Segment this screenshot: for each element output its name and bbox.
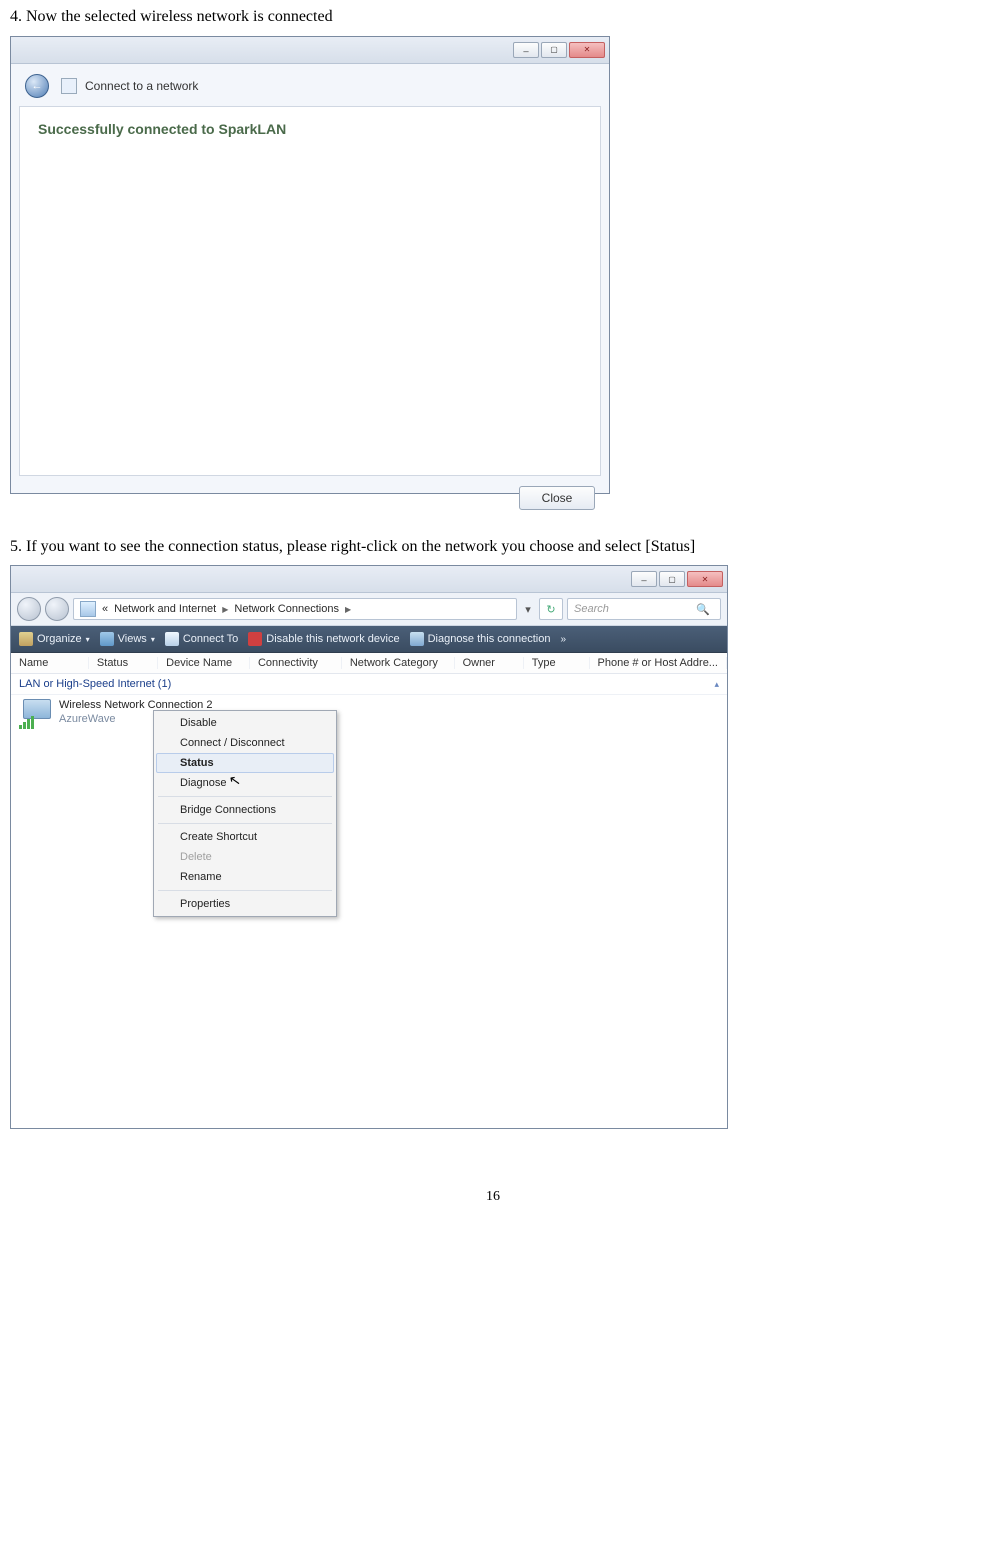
minimize-button[interactable] bbox=[631, 571, 657, 587]
breadcrumb-prefix: « bbox=[102, 603, 108, 615]
page-number: 16 bbox=[10, 1189, 976, 1205]
disable-icon bbox=[248, 632, 262, 646]
col-connectivity[interactable]: Connectivity bbox=[250, 657, 342, 669]
context-menu: Disable Connect / Disconnect Status Diag… bbox=[153, 710, 337, 917]
chevron-right-icon: ▶ bbox=[222, 605, 228, 614]
close-window-button[interactable] bbox=[687, 571, 723, 587]
breadcrumb-seg2[interactable]: Network Connections bbox=[234, 603, 339, 615]
col-owner[interactable]: Owner bbox=[455, 657, 524, 669]
wireless-connection-icon bbox=[19, 699, 53, 729]
address-row: « Network and Internet ▶ Network Connect… bbox=[11, 593, 727, 626]
close-window-button[interactable] bbox=[569, 42, 605, 58]
organize-menu[interactable]: Organize▾ bbox=[19, 632, 90, 646]
views-icon bbox=[100, 632, 114, 646]
col-category[interactable]: Network Category bbox=[342, 657, 455, 669]
dialog-header: ← Connect to a network bbox=[11, 64, 609, 106]
connection-item[interactable]: Wireless Network Connection 2 AzureWave bbox=[11, 695, 727, 733]
connect-icon bbox=[165, 632, 179, 646]
ctx-delete: Delete bbox=[156, 847, 334, 867]
col-name[interactable]: Name bbox=[11, 657, 89, 669]
more-commands[interactable]: » bbox=[561, 634, 567, 645]
separator bbox=[158, 823, 332, 824]
col-phone[interactable]: Phone # or Host Addre... bbox=[590, 657, 727, 669]
maximize-button[interactable] bbox=[541, 42, 567, 58]
disable-device-button[interactable]: Disable this network device bbox=[248, 632, 399, 646]
dialog-footer: Close bbox=[11, 476, 609, 520]
command-bar: Organize▾ Views▾ Connect To Disable this… bbox=[11, 626, 727, 653]
diagnose-button[interactable]: Diagnose this connection bbox=[410, 632, 551, 646]
chevron-right-icon: ▶ bbox=[345, 605, 351, 614]
titlebar bbox=[11, 566, 727, 593]
dialog-body: Successfully connected to SparkLAN bbox=[19, 106, 601, 476]
separator bbox=[158, 890, 332, 891]
ctx-shortcut[interactable]: Create Shortcut bbox=[156, 827, 334, 847]
step4-text: 4. Now the selected wireless network is … bbox=[10, 4, 976, 30]
search-input[interactable]: Search 🔍 bbox=[567, 598, 721, 620]
connect-to-button[interactable]: Connect To bbox=[165, 632, 238, 646]
back-button[interactable]: ← bbox=[25, 74, 49, 98]
ctx-status[interactable]: Status bbox=[156, 753, 334, 773]
connect-dialog: ← Connect to a network Successfully conn… bbox=[10, 36, 610, 494]
breadcrumb-seg1[interactable]: Network and Internet bbox=[114, 603, 216, 615]
group-label: LAN or High-Speed Internet (1) bbox=[19, 678, 171, 690]
network-icon bbox=[61, 78, 77, 94]
ctx-bridge[interactable]: Bridge Connections bbox=[156, 800, 334, 820]
content-area: LAN or High-Speed Internet (1) ▴ Wireles… bbox=[11, 674, 727, 1128]
success-message: Successfully connected to SparkLAN bbox=[38, 121, 582, 137]
col-device[interactable]: Device Name bbox=[158, 657, 250, 669]
group-header[interactable]: LAN or High-Speed Internet (1) ▴ bbox=[11, 674, 727, 695]
col-type[interactable]: Type bbox=[524, 657, 590, 669]
ctx-diagnose[interactable]: Diagnose bbox=[156, 773, 334, 793]
address-dropdown[interactable]: ▾ bbox=[521, 603, 535, 616]
minimize-button[interactable] bbox=[513, 42, 539, 58]
search-icon: 🔍 bbox=[696, 603, 710, 616]
separator bbox=[158, 796, 332, 797]
ctx-connect[interactable]: Connect / Disconnect bbox=[156, 733, 334, 753]
dialog-title: Connect to a network bbox=[85, 79, 198, 93]
step5-text: 5. If you want to see the connection sta… bbox=[10, 534, 976, 560]
folder-icon bbox=[80, 601, 96, 617]
close-button[interactable]: Close bbox=[519, 486, 595, 510]
refresh-button[interactable]: ↻ bbox=[539, 598, 563, 620]
collapse-icon[interactable]: ▴ bbox=[714, 679, 719, 690]
ctx-properties[interactable]: Properties bbox=[156, 894, 334, 914]
ctx-rename[interactable]: Rename bbox=[156, 867, 334, 887]
ctx-disable[interactable]: Disable bbox=[156, 713, 334, 733]
titlebar bbox=[11, 37, 609, 64]
diagnose-icon bbox=[410, 632, 424, 646]
col-status[interactable]: Status bbox=[89, 657, 158, 669]
views-menu[interactable]: Views▾ bbox=[100, 632, 155, 646]
address-bar[interactable]: « Network and Internet ▶ Network Connect… bbox=[73, 598, 517, 620]
column-headers: Name Status Device Name Connectivity Net… bbox=[11, 653, 727, 674]
maximize-button[interactable] bbox=[659, 571, 685, 587]
search-placeholder: Search bbox=[574, 603, 609, 615]
nav-forward-button[interactable] bbox=[45, 597, 69, 621]
network-connections-window: « Network and Internet ▶ Network Connect… bbox=[10, 565, 728, 1129]
organize-icon bbox=[19, 632, 33, 646]
nav-back-button[interactable] bbox=[17, 597, 41, 621]
